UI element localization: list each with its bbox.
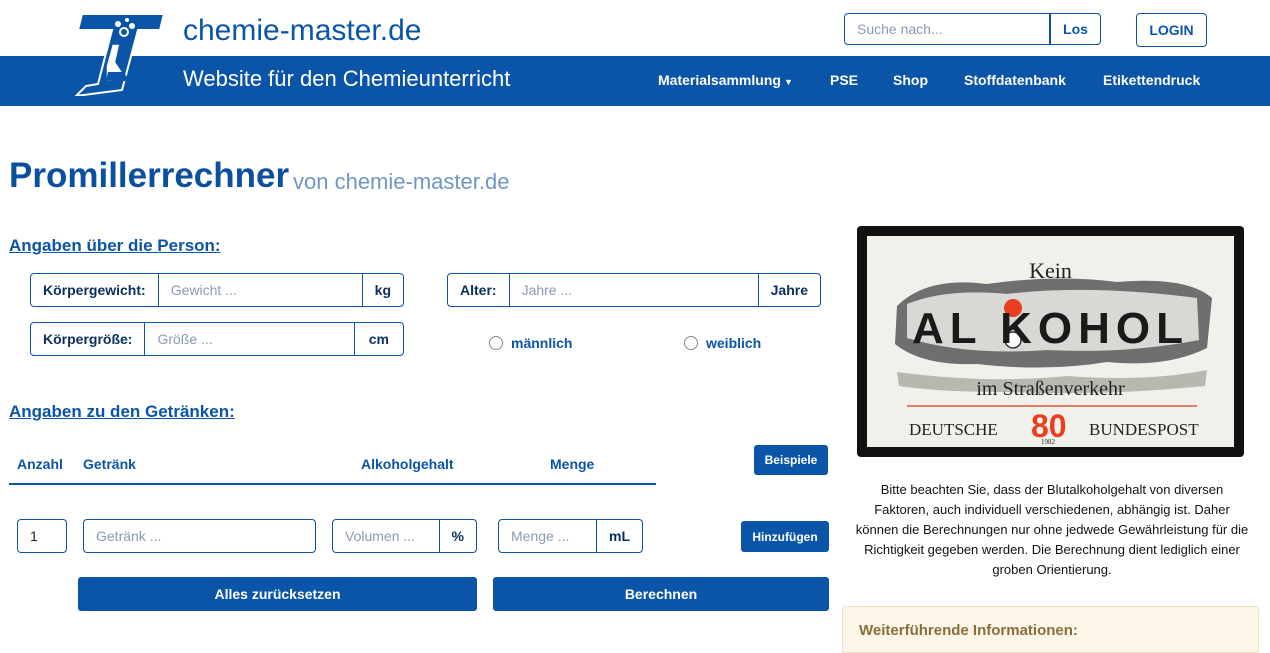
col-drink: Getränk — [83, 456, 136, 472]
height-input[interactable]: Größe ... — [145, 323, 353, 355]
height-group: Körpergröße: Größe ... cm — [30, 322, 404, 356]
reset-button[interactable]: Alles zurücksetzen — [78, 577, 477, 611]
search-button[interactable]: Los — [1050, 13, 1101, 45]
weight-label: Körpergewicht: — [31, 274, 159, 306]
radio-female-label: weiblich — [706, 335, 762, 351]
age-label: Alter: — [448, 274, 510, 306]
radio-male-label: männlich — [511, 335, 573, 351]
col-alcohol: Alkoholgehalt — [361, 456, 454, 472]
search-input[interactable] — [844, 13, 1050, 45]
amount-input[interactable]: Menge ... — [499, 520, 596, 552]
login-button[interactable]: LOGIN — [1136, 13, 1207, 47]
radio-male-circle[interactable] — [489, 336, 503, 350]
volume-input[interactable]: Volumen ... — [333, 520, 439, 552]
volume-unit: % — [438, 520, 476, 552]
info-heading: Weiterführende Informationen: — [859, 622, 1078, 639]
radio-male[interactable]: männlich — [489, 335, 572, 351]
amount-group: Menge ... mL — [498, 519, 643, 553]
weight-group: Körpergewicht: Gewicht ... kg — [30, 273, 404, 307]
drink-input[interactable]: Getränk ... — [83, 519, 316, 553]
caret-down-icon: ▼ — [783, 77, 793, 87]
stamp-year: 1982 — [1041, 438, 1055, 446]
weight-unit: kg — [361, 274, 403, 306]
height-unit: cm — [353, 323, 403, 355]
stamp-left-text: DEUTSCHE — [909, 420, 998, 439]
nav-shop[interactable]: Shop — [893, 72, 928, 88]
stamp-right-text: BUNDESPOST — [1089, 420, 1199, 439]
examples-button[interactable]: Beispiele — [754, 445, 828, 475]
nav-pse[interactable]: PSE — [830, 72, 858, 88]
age-input[interactable]: Jahre ... — [510, 274, 758, 306]
site-brand[interactable]: chemie-master.de — [183, 14, 421, 48]
stamp-top-text: Kein — [1029, 258, 1072, 283]
stamp-sub-text: im Straßenverkehr — [976, 378, 1125, 400]
table-divider — [9, 483, 656, 485]
count-input[interactable]: 1 — [17, 519, 67, 553]
page-title: Promillerrechner — [9, 156, 290, 195]
weight-input[interactable]: Gewicht ... — [159, 274, 362, 306]
amount-unit: mL — [596, 520, 642, 552]
stamp-image: Kein AL KOHOL im Straßenverkehr DEUTSCHE… — [857, 226, 1244, 457]
col-amount: Menge — [550, 456, 595, 472]
site-tagline: Website für den Chemieunterricht — [183, 66, 511, 91]
nav-materialsammlung-label: Materialsammlung — [658, 72, 781, 88]
col-count: Anzahl — [17, 456, 63, 472]
info-panel[interactable]: Weiterführende Informationen: — [842, 606, 1259, 653]
person-heading: Angaben über die Person: — [9, 236, 221, 255]
height-label: Körpergröße: — [31, 323, 146, 355]
site-logo[interactable] — [72, 10, 168, 96]
radio-female-circle[interactable] — [684, 336, 698, 350]
stamp-main-text: AL KOHOL — [912, 304, 1189, 353]
drinks-heading: Angaben zu den Getränken: — [9, 402, 235, 421]
nav-stoffdatenbank[interactable]: Stoffdatenbank — [964, 72, 1066, 88]
volume-group: Volumen ... % — [332, 519, 477, 553]
age-unit: Jahre — [757, 274, 820, 306]
stamp-face: Kein AL KOHOL im Straßenverkehr DEUTSCHE… — [867, 236, 1234, 447]
disclaimer-text: Bitte beachten Sie, dass der Blutalkohol… — [855, 482, 1249, 577]
nav-materialsammlung[interactable]: Materialsammlung ▼ — [658, 72, 793, 88]
calculate-button[interactable]: Berechnen — [493, 577, 829, 611]
add-drink-button[interactable]: Hinzufügen — [741, 521, 829, 552]
radio-female[interactable]: weiblich — [684, 335, 761, 351]
nav-etikettendruck[interactable]: Etikettendruck — [1103, 72, 1200, 88]
page-subtitle: von chemie-master.de — [293, 169, 510, 194]
age-group: Alter: Jahre ... Jahre — [447, 273, 821, 307]
